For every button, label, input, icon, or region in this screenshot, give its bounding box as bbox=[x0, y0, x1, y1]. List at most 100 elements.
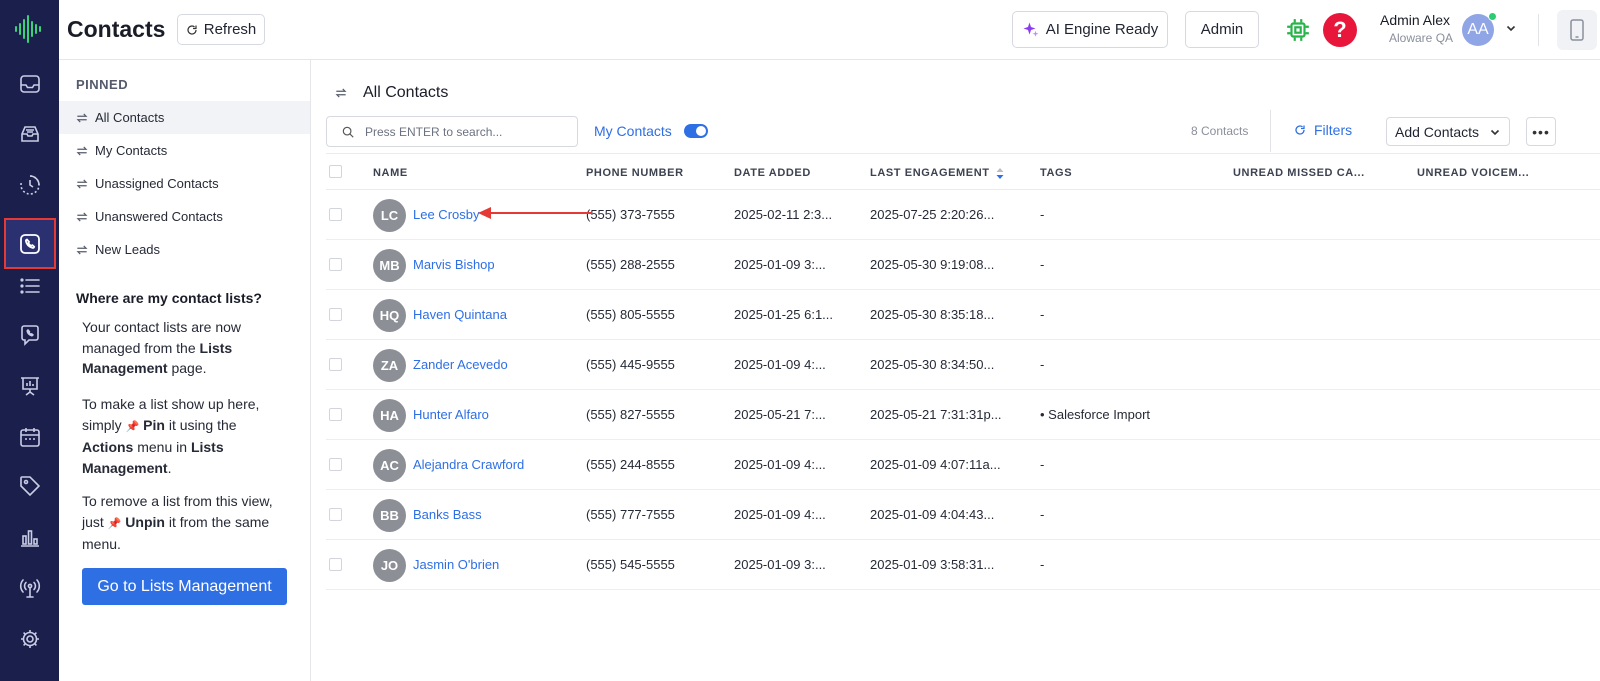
tag-chip[interactable]: • Salesforce Import bbox=[1040, 407, 1150, 422]
search-input[interactable] bbox=[365, 124, 565, 139]
swap-arrows-icon bbox=[76, 179, 88, 188]
row-checkbox[interactable] bbox=[329, 208, 342, 221]
table-row[interactable]: ZA Zander Acevedo (555) 445-9555 2025-01… bbox=[326, 340, 1600, 390]
pushpin-icon: 📌 bbox=[107, 517, 122, 530]
clock-icon[interactable] bbox=[4, 161, 55, 209]
phone-cell[interactable]: (555) 373-7555 bbox=[586, 207, 675, 222]
last-engagement-cell: 2025-01-09 3:58:31... bbox=[870, 557, 995, 572]
phone-cell[interactable]: (555) 244-8555 bbox=[586, 457, 675, 472]
phone-cell[interactable]: (555) 288-2555 bbox=[586, 257, 675, 272]
sidebar-item-new-leads[interactable]: New Leads bbox=[59, 233, 310, 266]
row-checkbox[interactable] bbox=[329, 358, 342, 371]
help-icon[interactable]: ? bbox=[1323, 13, 1357, 47]
search-icon bbox=[342, 126, 354, 138]
sidebar-item-unassigned-contacts[interactable]: Unassigned Contacts bbox=[59, 167, 310, 200]
go-to-lists-management-button[interactable]: Go to Lists Management bbox=[82, 568, 287, 605]
last-engagement-cell: 2025-07-25 2:20:26... bbox=[870, 207, 995, 222]
sidebar-item-unanswered-contacts[interactable]: Unanswered Contacts bbox=[59, 200, 310, 233]
sort-icon[interactable] bbox=[996, 167, 1004, 179]
broadcast-icon[interactable] bbox=[4, 564, 55, 612]
table-row[interactable]: HA Hunter Alfaro (555) 827-5555 2025-05-… bbox=[326, 390, 1600, 440]
swap-arrows-icon bbox=[76, 146, 88, 155]
annotation-arrow-icon bbox=[478, 207, 592, 219]
phone-cell[interactable]: (555) 827-5555 bbox=[586, 407, 675, 422]
table-row[interactable]: JO Jasmin O'brien (555) 545-5555 2025-01… bbox=[326, 540, 1600, 590]
phone-cell[interactable]: (555) 445-9555 bbox=[586, 357, 675, 372]
sidebar-item-label: Unanswered Contacts bbox=[95, 209, 223, 224]
nav-rail bbox=[0, 0, 59, 681]
contact-avatar: JO bbox=[373, 549, 406, 582]
phone-cell[interactable]: (555) 805-5555 bbox=[586, 307, 675, 322]
column-header-unread-missed-calls[interactable]: UNREAD MISSED CA... bbox=[1233, 167, 1365, 179]
column-header-name[interactable]: NAME bbox=[373, 167, 408, 179]
row-checkbox[interactable] bbox=[329, 558, 342, 571]
row-checkbox[interactable] bbox=[329, 308, 342, 321]
pushpin-icon: 📌 bbox=[125, 420, 140, 433]
row-checkbox[interactable] bbox=[329, 458, 342, 471]
admin-button[interactable]: Admin bbox=[1185, 11, 1259, 48]
softphone-button[interactable] bbox=[1557, 10, 1597, 50]
inbox-icon[interactable] bbox=[4, 60, 55, 108]
add-contacts-dropdown[interactable]: Add Contacts bbox=[1386, 117, 1510, 146]
chevron-down-icon bbox=[1490, 129, 1500, 135]
contacts-main: All Contacts My Contacts 8 Contacts Filt… bbox=[311, 60, 1600, 681]
bar-chart-icon[interactable] bbox=[4, 513, 55, 561]
aloware-logo-icon[interactable] bbox=[14, 14, 44, 44]
column-header-phone[interactable]: PHONE NUMBER bbox=[586, 167, 684, 179]
date-added-cell: 2025-05-21 7:... bbox=[734, 407, 826, 422]
chevron-down-icon[interactable] bbox=[1505, 22, 1517, 34]
contact-name-link[interactable]: Jasmin O'brien bbox=[413, 557, 499, 572]
column-header-last-engagement[interactable]: LAST ENGAGEMENT bbox=[870, 167, 1004, 179]
column-header-date-added[interactable]: DATE ADDED bbox=[734, 167, 811, 179]
refresh-button[interactable]: Refresh bbox=[177, 14, 265, 45]
calendar-icon[interactable] bbox=[4, 413, 55, 461]
filters-button[interactable]: Filters bbox=[1294, 122, 1352, 138]
table-row[interactable]: HQ Haven Quintana (555) 805-5555 2025-01… bbox=[326, 290, 1600, 340]
select-all-checkbox[interactable] bbox=[329, 165, 342, 178]
table-row[interactable]: AC Alejandra Crawford (555) 244-8555 202… bbox=[326, 440, 1600, 490]
user-name[interactable]: Admin Alex bbox=[1380, 12, 1450, 28]
contact-avatar: ZA bbox=[373, 349, 406, 382]
tags-cell: - bbox=[1040, 357, 1045, 372]
help-paragraph-1: Your contact lists are now managed from … bbox=[82, 319, 242, 376]
my-contacts-label[interactable]: My Contacts bbox=[594, 123, 672, 139]
tags-cell: - bbox=[1040, 307, 1045, 322]
contact-name-link[interactable]: Hunter Alfaro bbox=[413, 407, 489, 422]
user-org: Aloware QA bbox=[1389, 31, 1454, 45]
swap-arrows-icon bbox=[335, 88, 347, 98]
sidebar-item-all-contacts[interactable]: All Contacts bbox=[59, 101, 310, 134]
more-actions-button[interactable]: ••• bbox=[1526, 117, 1556, 146]
contact-name-link[interactable]: Banks Bass bbox=[413, 507, 482, 522]
row-checkbox[interactable] bbox=[329, 258, 342, 271]
settings-gear-icon[interactable] bbox=[4, 615, 55, 663]
list-title: All Contacts bbox=[363, 84, 449, 101]
tag-icon[interactable] bbox=[4, 462, 55, 510]
contact-name-link[interactable]: Lee Crosby bbox=[413, 207, 479, 222]
sidebar-item-label: Unassigned Contacts bbox=[95, 176, 219, 191]
date-added-cell: 2025-01-09 3:... bbox=[734, 557, 826, 572]
table-row[interactable]: BB Banks Bass (555) 777-7555 2025-01-09 … bbox=[326, 490, 1600, 540]
table-row[interactable]: MB Marvis Bishop (555) 288-2555 2025-01-… bbox=[326, 240, 1600, 290]
add-contacts-label: Add Contacts bbox=[1395, 123, 1480, 140]
column-header-unread-voicemails[interactable]: UNREAD VOICEM... bbox=[1417, 167, 1529, 179]
row-checkbox[interactable] bbox=[329, 408, 342, 421]
contacts-sidebar: PINNED All Contacts My Contacts Unassign… bbox=[59, 60, 311, 681]
tray-icon[interactable] bbox=[4, 110, 55, 158]
row-checkbox[interactable] bbox=[329, 508, 342, 521]
contact-name-link[interactable]: Marvis Bishop bbox=[413, 257, 495, 272]
cpu-chip-icon[interactable] bbox=[1285, 17, 1311, 43]
ai-engine-button[interactable]: AI Engine Ready bbox=[1012, 11, 1168, 48]
column-header-tags[interactable]: TAGS bbox=[1040, 167, 1072, 179]
list-icon[interactable] bbox=[4, 262, 55, 310]
sidebar-item-my-contacts[interactable]: My Contacts bbox=[59, 134, 310, 167]
phone-cell[interactable]: (555) 545-5555 bbox=[586, 557, 675, 572]
chat-phone-icon[interactable] bbox=[4, 311, 55, 359]
my-contacts-toggle[interactable] bbox=[684, 124, 708, 138]
contact-name-link[interactable]: Alejandra Crawford bbox=[413, 457, 524, 472]
contact-name-link[interactable]: Haven Quintana bbox=[413, 307, 507, 322]
phone-cell[interactable]: (555) 777-7555 bbox=[586, 507, 675, 522]
pinned-heading: PINNED bbox=[76, 77, 129, 92]
search-box[interactable] bbox=[326, 116, 578, 147]
contact-name-link[interactable]: Zander Acevedo bbox=[413, 357, 508, 372]
presentation-icon[interactable] bbox=[4, 362, 55, 410]
